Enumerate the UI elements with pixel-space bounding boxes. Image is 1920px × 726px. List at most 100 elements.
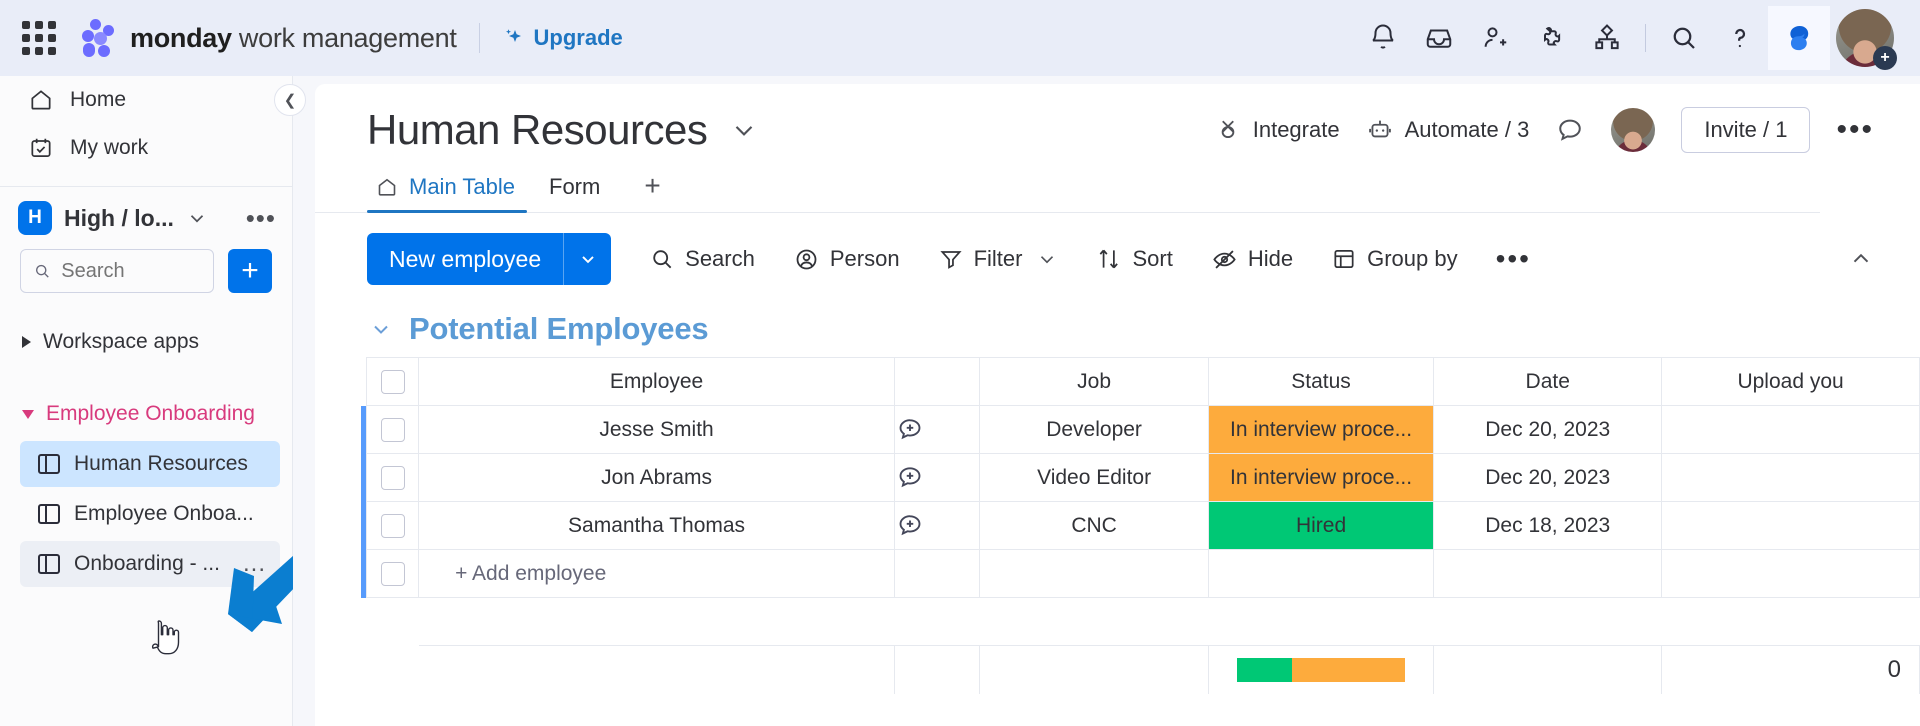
sidebar-item-workspace-apps[interactable]: Workspace apps <box>0 319 292 365</box>
cell-status[interactable]: In interview proce... <box>1207 453 1435 502</box>
workspace-more-icon[interactable]: ••• <box>246 203 276 234</box>
sidebar-search-input[interactable] <box>61 259 201 283</box>
tab-main-table[interactable]: Main Table <box>367 168 541 213</box>
board-owner-avatar[interactable] <box>1611 108 1656 152</box>
table-row[interactable]: Jesse Smith Developer In interview proce… <box>361 405 1920 454</box>
inbox-icon[interactable] <box>1411 10 1467 66</box>
workspace-selector[interactable]: H High / lo... ••• <box>0 187 292 249</box>
toolbar-hide-label: Hide <box>1247 246 1294 271</box>
cell-updates[interactable] <box>893 501 981 550</box>
add-board-button[interactable]: + <box>228 249 272 293</box>
page-title: Human Resources <box>367 106 708 153</box>
apps-marketplace-icon[interactable] <box>1523 10 1579 66</box>
toolbar-group-by-label: Group by <box>1367 246 1458 271</box>
hierarchy-icon[interactable] <box>1579 10 1635 66</box>
help-icon[interactable] <box>1712 10 1768 66</box>
person-icon <box>796 249 817 269</box>
cell-upload[interactable] <box>1661 453 1920 502</box>
sidebar-item-home[interactable]: Home <box>0 76 292 124</box>
cell-date[interactable]: Dec 20, 2023 <box>1433 453 1663 502</box>
table-row[interactable]: Samantha Thomas CNC Hired Dec 18, 2023 <box>361 501 1920 550</box>
summary-status-distribution[interactable] <box>1207 645 1435 694</box>
toolbar-sort-button[interactable]: Sort <box>1096 246 1173 272</box>
add-employee-row[interactable]: + Add employee <box>361 549 1920 598</box>
sidebar-item-onboarding-menu-icon[interactable]: ... <box>243 550 266 578</box>
monday-assistant-icon[interactable] <box>1768 6 1830 70</box>
calendar-check-icon <box>31 138 51 157</box>
sidebar-item-my-work[interactable]: My work <box>0 124 292 172</box>
brand-product: work management <box>231 22 457 53</box>
workspace-avatar: H <box>18 201 52 235</box>
toolbar-filter-label: Filter <box>973 246 1023 271</box>
avatar-add-badge[interactable]: + <box>1873 46 1897 70</box>
toolbar-hide-button[interactable]: Hide <box>1211 246 1293 273</box>
chevron-down-icon[interactable] <box>729 115 759 145</box>
cell-employee-name[interactable]: Jesse Smith <box>418 405 895 454</box>
column-header-job[interactable]: Job <box>979 357 1209 406</box>
add-view-button[interactable]: + <box>626 170 678 212</box>
row-checkbox[interactable] <box>380 513 405 538</box>
cell-updates[interactable] <box>893 405 981 454</box>
toolbar-person-label: Person <box>829 246 900 271</box>
add-update-icon <box>899 466 921 487</box>
cell-status[interactable]: Hired <box>1207 501 1435 550</box>
row-checkbox[interactable] <box>380 465 405 490</box>
upgrade-button[interactable]: Upgrade <box>502 25 623 51</box>
chevron-down-icon[interactable] <box>186 207 208 229</box>
cell-employee-name[interactable]: Jon Abrams <box>418 453 895 502</box>
board-header: Human Resources Integrate Automate / 3 I… <box>315 84 1920 154</box>
board-panel: Human Resources Integrate Automate / 3 I… <box>315 84 1920 726</box>
row-checkbox[interactable] <box>380 417 405 442</box>
automate-button[interactable]: Automate / 3 <box>1366 116 1529 144</box>
user-avatar[interactable]: + <box>1836 9 1897 70</box>
board-toolbar: New employee Search Person Filter Sort H… <box>315 233 1920 285</box>
sidebar-collapse-button[interactable]: ❮ <box>274 84 306 116</box>
row-checkbox-cell <box>366 405 420 454</box>
robot-icon <box>1368 120 1391 138</box>
toolbar-search-button[interactable]: Search <box>649 246 755 272</box>
table-summary-row: 0 <box>361 645 1920 694</box>
cell-employee-name[interactable]: Samantha Thomas <box>418 501 895 550</box>
invite-members-icon[interactable] <box>1467 10 1523 66</box>
invite-button[interactable]: Invite / 1 <box>1681 107 1811 153</box>
toolbar-collapse-icon[interactable] <box>1848 246 1874 272</box>
cell-status[interactable]: In interview proce... <box>1207 405 1435 454</box>
column-header-status[interactable]: Status <box>1207 357 1435 406</box>
sidebar-item-employee-onboarding[interactable]: Employee Onboarding <box>0 391 292 437</box>
column-header-employee[interactable]: Employee <box>418 357 895 406</box>
cell-job[interactable]: Video Editor <box>979 453 1209 502</box>
integrate-button[interactable]: Integrate <box>1214 116 1340 144</box>
group-collapse-icon[interactable] <box>369 317 393 341</box>
chevron-down-icon[interactable] <box>1036 248 1058 270</box>
cell-job[interactable]: Developer <box>979 405 1209 454</box>
sidebar-item-workspace-apps-label: Workspace apps <box>43 330 200 353</box>
cell-date[interactable]: Dec 20, 2023 <box>1433 405 1663 454</box>
add-row-checkbox[interactable] <box>380 561 405 586</box>
board-more-menu-icon[interactable]: ••• <box>1836 113 1874 147</box>
new-employee-button[interactable]: New employee <box>367 233 612 285</box>
new-employee-dropdown-icon[interactable] <box>563 233 611 285</box>
sidebar-item-human-resources[interactable]: Human Resources <box>20 441 280 487</box>
select-all-checkbox[interactable] <box>380 369 405 394</box>
cell-upload[interactable] <box>1661 405 1920 454</box>
search-icon[interactable] <box>1656 10 1712 66</box>
board-activity-button[interactable] <box>1555 115 1585 145</box>
cell-updates[interactable] <box>893 453 981 502</box>
notifications-bell-icon[interactable] <box>1355 10 1411 66</box>
toolbar-more-menu-icon[interactable]: ••• <box>1496 243 1531 275</box>
tab-form[interactable]: Form <box>541 168 626 212</box>
add-employee-label[interactable]: + Add employee <box>418 549 895 598</box>
cell-date[interactable]: Dec 18, 2023 <box>1433 501 1663 550</box>
toolbar-filter-button[interactable]: Filter <box>938 246 1059 272</box>
toolbar-person-button[interactable]: Person <box>793 246 900 273</box>
grid-apps-icon[interactable] <box>22 21 56 55</box>
column-header-date[interactable]: Date <box>1433 357 1663 406</box>
column-header-upload[interactable]: Upload you <box>1661 357 1920 406</box>
table-row[interactable]: Jon Abrams Video Editor In interview pro… <box>361 453 1920 502</box>
toolbar-group-by-button[interactable]: Group by <box>1331 246 1458 272</box>
sidebar-search-box[interactable] <box>20 249 214 293</box>
cell-job[interactable]: CNC <box>979 501 1209 550</box>
sidebar-item-onboarding[interactable]: Onboarding - ... ... <box>20 541 280 587</box>
cell-upload[interactable] <box>1661 501 1920 550</box>
sidebar-item-employee-onboarding-board[interactable]: Employee Onboa... <box>20 491 280 537</box>
